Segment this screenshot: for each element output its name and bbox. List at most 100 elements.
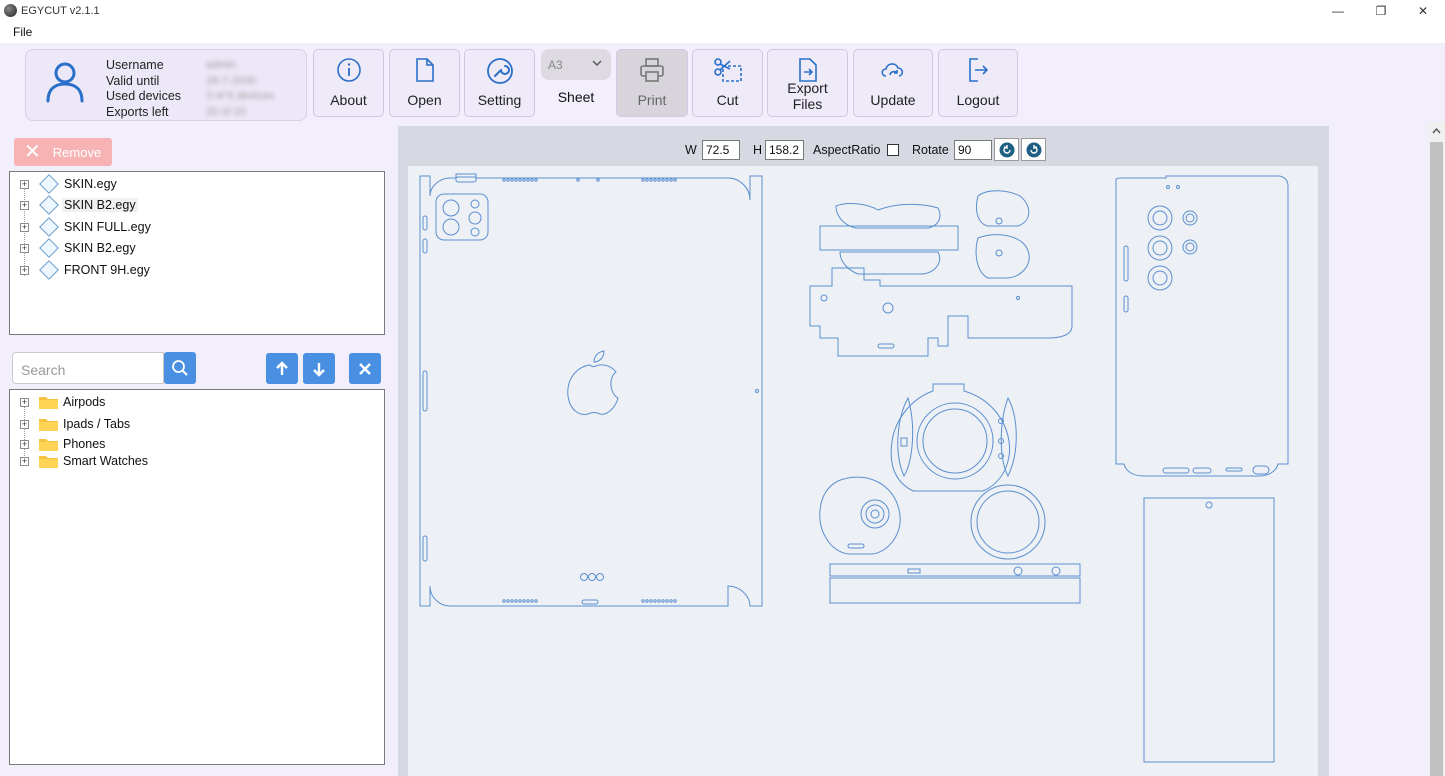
rotate-left-button[interactable] bbox=[994, 138, 1019, 161]
aspect-ratio-checkbox[interactable] bbox=[887, 144, 899, 156]
clear-button[interactable] bbox=[349, 353, 381, 384]
move-up-button[interactable] bbox=[266, 353, 298, 384]
cloud-sync-icon bbox=[881, 63, 904, 77]
search-input[interactable]: Search bbox=[12, 352, 164, 384]
close-button[interactable]: ✕ bbox=[1401, 0, 1445, 21]
scroll-up-button[interactable] bbox=[1428, 122, 1445, 140]
close-icon bbox=[359, 362, 371, 375]
file-name: SKIN B2.egy bbox=[64, 241, 136, 255]
logout-button[interactable]: Logout bbox=[938, 49, 1018, 117]
file-item[interactable]: + SKIN.egy bbox=[10, 174, 384, 194]
about-button[interactable]: About bbox=[313, 49, 384, 117]
remove-label: Remove bbox=[52, 144, 102, 160]
height-input[interactable]: 158.2 bbox=[765, 140, 804, 160]
category-tree[interactable]: + Airpods + Ipads / Tabs + Phones + Smar… bbox=[9, 389, 385, 765]
open-button[interactable]: Open bbox=[389, 49, 460, 117]
user-info-panel: Username Valid until Used devices Export… bbox=[25, 49, 307, 121]
file-item[interactable]: + SKIN B2.egy bbox=[10, 195, 384, 215]
menu-bar: File bbox=[0, 21, 1445, 43]
diamond-icon bbox=[39, 217, 59, 237]
remove-x-icon: ✕ bbox=[24, 141, 41, 163]
export-label: Export Files bbox=[787, 80, 827, 112]
file-name: SKIN B2.egy bbox=[62, 198, 138, 212]
expand-icon[interactable]: + bbox=[20, 456, 29, 466]
update-button[interactable]: Update bbox=[853, 49, 933, 117]
rotate-input[interactable]: 90 bbox=[954, 140, 992, 160]
about-label: About bbox=[330, 92, 367, 108]
category-item[interactable]: + Smart Watches bbox=[10, 451, 384, 471]
expand-icon[interactable]: + bbox=[20, 243, 29, 253]
app-logo-icon bbox=[4, 4, 17, 17]
sheet-label: Sheet bbox=[557, 89, 595, 105]
width-input[interactable]: 72.5 bbox=[702, 140, 740, 160]
phone-skin-outline bbox=[1115, 175, 1289, 477]
width-label: W bbox=[685, 143, 697, 157]
move-down-button[interactable] bbox=[303, 353, 335, 384]
expand-icon[interactable]: + bbox=[20, 397, 29, 407]
diamond-icon bbox=[39, 195, 59, 215]
rotate-label: Rotate bbox=[912, 143, 949, 157]
printer-icon bbox=[640, 58, 664, 82]
used-devices-label: Used devices bbox=[106, 89, 182, 103]
folder-icon bbox=[39, 397, 58, 409]
expand-icon[interactable]: + bbox=[20, 419, 29, 429]
screen-protector-outline bbox=[1143, 497, 1275, 763]
category-item[interactable]: + Airpods bbox=[10, 392, 384, 412]
scroll-thumb[interactable] bbox=[1430, 142, 1443, 776]
arrow-up-icon bbox=[276, 360, 288, 375]
expand-icon[interactable]: + bbox=[20, 222, 29, 232]
remove-button[interactable]: ✕ Remove bbox=[14, 138, 112, 166]
sheet-canvas[interactable] bbox=[408, 166, 1318, 776]
minimize-button[interactable]: — bbox=[1316, 0, 1360, 21]
print-button[interactable]: Print bbox=[616, 49, 688, 117]
earbud-skin-outlines bbox=[809, 190, 1073, 357]
category-name: Airpods bbox=[63, 395, 106, 409]
expand-icon[interactable]: + bbox=[20, 439, 29, 449]
menu-file[interactable]: File bbox=[0, 25, 45, 39]
category-name: Ipads / Tabs bbox=[63, 417, 131, 431]
file-name: FRONT 9H.egy bbox=[64, 263, 150, 277]
loaded-files-tree[interactable]: + SKIN.egy + SKIN B2.egy + SKIN FULL.egy… bbox=[9, 171, 385, 335]
expand-icon[interactable]: + bbox=[20, 265, 29, 275]
logout-icon bbox=[969, 58, 989, 82]
export-files-button[interactable]: Export Files bbox=[767, 49, 848, 117]
setting-button[interactable]: Setting bbox=[464, 49, 535, 117]
sheet-size-select[interactable]: A3 bbox=[541, 49, 611, 80]
rotate-right-icon bbox=[1026, 142, 1041, 157]
canvas-toolbar: W 72.5 H 158.2 AspectRatio Rotate 90 bbox=[398, 136, 1329, 162]
work-area: W 72.5 H 158.2 AspectRatio Rotate 90 bbox=[398, 126, 1329, 776]
file-item[interactable]: + SKIN FULL.egy bbox=[10, 217, 384, 237]
category-name: Phones bbox=[63, 437, 106, 451]
rotate-left-icon bbox=[999, 142, 1014, 157]
expand-icon[interactable]: + bbox=[20, 200, 29, 210]
file-item[interactable]: + FRONT 9H.egy bbox=[10, 260, 384, 280]
info-icon bbox=[336, 58, 361, 82]
ipad-port-dots bbox=[502, 178, 677, 603]
cut-button[interactable]: Cut bbox=[692, 49, 763, 117]
export-label-line2: Files bbox=[792, 96, 823, 112]
chevron-up-icon bbox=[1432, 128, 1441, 134]
height-label: H bbox=[753, 143, 763, 157]
sheet-size-value: A3 bbox=[548, 58, 563, 72]
window-title: EGYCUT v2.1.1 bbox=[21, 4, 100, 17]
sheet-size-group: A3 Sheet bbox=[540, 49, 612, 117]
setting-label: Setting bbox=[477, 92, 522, 108]
valid-until-label: Valid until bbox=[106, 73, 160, 88]
file-name: SKIN.egy bbox=[64, 177, 117, 191]
arrow-down-icon bbox=[313, 362, 325, 377]
restore-button[interactable]: ❐ bbox=[1359, 0, 1403, 21]
cut-layout-drawing bbox=[419, 173, 1289, 763]
rotate-right-button[interactable] bbox=[1021, 138, 1046, 161]
file-item[interactable]: + SKIN B2.egy bbox=[10, 238, 384, 258]
user-labels: Username Valid until Used devices Export… bbox=[106, 58, 181, 120]
file-icon bbox=[415, 58, 434, 82]
expand-icon[interactable]: + bbox=[20, 179, 29, 189]
file-name: SKIN FULL.egy bbox=[64, 220, 151, 234]
exports-left-value: 20 of 20 bbox=[206, 105, 246, 118]
used-devices-value: 3 of 6 devices bbox=[206, 90, 274, 102]
folder-icon bbox=[39, 419, 58, 431]
category-name: Smart Watches bbox=[63, 454, 148, 468]
search-button[interactable] bbox=[164, 352, 196, 384]
search-icon bbox=[172, 360, 188, 376]
category-item[interactable]: + Ipads / Tabs bbox=[10, 414, 384, 434]
